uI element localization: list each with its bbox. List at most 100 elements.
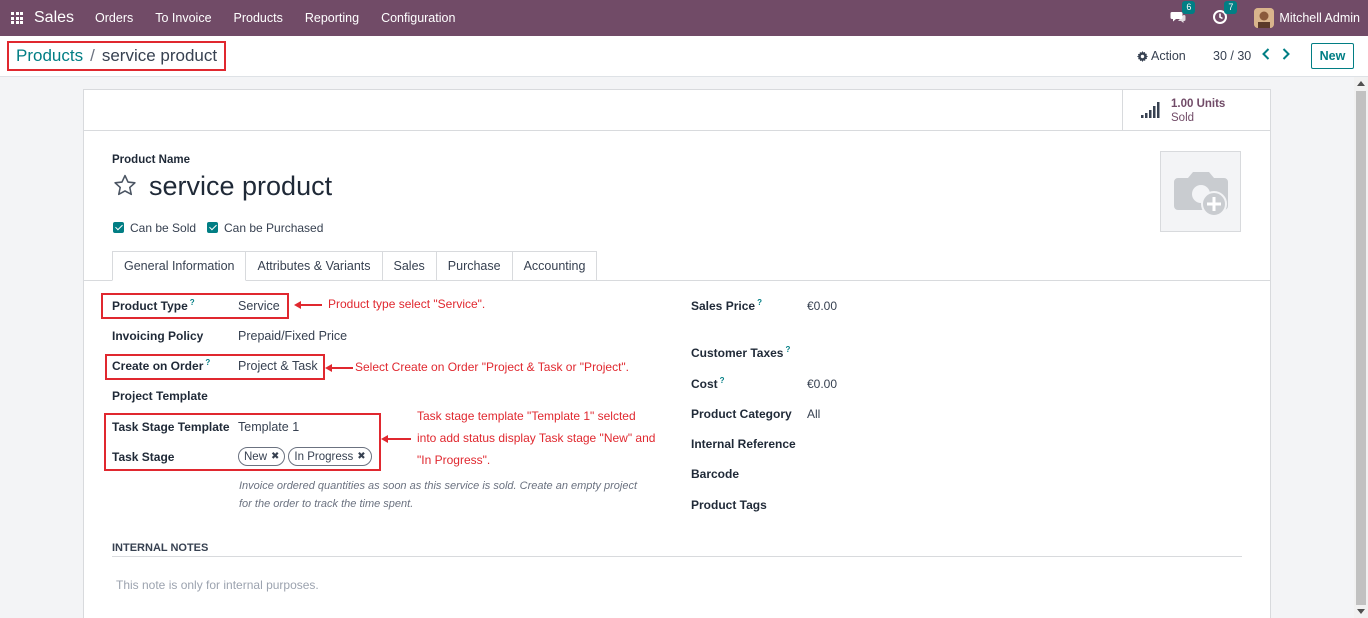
menu-orders[interactable]: Orders xyxy=(84,11,144,25)
tab-sales[interactable]: Sales xyxy=(381,251,437,281)
project-template-label: Project Template xyxy=(112,389,208,403)
can-be-purchased-checkbox[interactable] xyxy=(207,222,218,233)
camera-add-icon xyxy=(1173,171,1228,217)
units-sold-value: 1.00 Units xyxy=(1171,98,1226,110)
annotation-arrow xyxy=(294,301,322,308)
internal-notes-editor[interactable]: This note is only for internal purposes. xyxy=(116,578,319,592)
messages-icon[interactable]: 6 xyxy=(1170,1,1196,27)
notebook-tabs: General Information Attributes & Variant… xyxy=(112,251,598,281)
annotation-task-stage-line-2: into add status display Task stage "New"… xyxy=(417,431,656,445)
cost-input[interactable]: €0.00 xyxy=(807,377,837,391)
cost-label: Cost? xyxy=(691,376,725,391)
pager-previous-button[interactable] xyxy=(1259,46,1273,62)
internal-notes-heading: INTERNAL NOTES xyxy=(112,542,209,554)
scroll-down-arrow-icon[interactable] xyxy=(1357,609,1365,614)
task-stage-tag: In Progress ✖ xyxy=(288,447,372,466)
product-type-select[interactable]: Service xyxy=(238,299,280,313)
internal-reference-input[interactable] xyxy=(807,434,1247,454)
tab-attributes-variants[interactable]: Attributes & Variants xyxy=(245,251,383,281)
can-be-purchased-label[interactable]: Can be Purchased xyxy=(224,221,323,235)
control-panel: Products / service product Action 30 / 3… xyxy=(0,36,1368,77)
create-on-order-label: Create on Order? xyxy=(112,358,211,373)
invoicing-policy-label: Invoicing Policy xyxy=(112,329,204,343)
product-tags-input[interactable] xyxy=(807,495,1247,515)
barcode-input[interactable] xyxy=(807,464,1247,484)
task-stage-tags[interactable]: New ✖ In Progress ✖ xyxy=(238,447,375,466)
breadcrumb-products-link[interactable]: Products xyxy=(16,46,83,66)
create-on-order-select[interactable]: Project & Task xyxy=(238,359,318,373)
can-be-sold-checkbox[interactable] xyxy=(113,222,124,233)
annotation-arrow xyxy=(325,364,353,371)
chevron-right-icon xyxy=(1282,48,1290,60)
service-help-text-line-1: Invoice ordered quantities as soon as th… xyxy=(239,480,638,492)
activities-badge: 7 xyxy=(1224,1,1238,14)
signal-bars-icon xyxy=(1141,102,1160,118)
breadcrumb-separator: / xyxy=(90,46,95,65)
customer-taxes-input[interactable] xyxy=(807,342,1247,362)
product-image-upload[interactable] xyxy=(1160,151,1241,232)
breadcrumb: Products / service product xyxy=(7,41,227,71)
pager-value[interactable]: 30 / 30 xyxy=(1213,49,1251,63)
annotation-task-stage-line-3: "In Progress". xyxy=(417,453,491,467)
menu-products[interactable]: Products xyxy=(223,11,294,25)
task-stage-template-select[interactable]: Template 1 xyxy=(238,420,299,434)
can-be-sold-label[interactable]: Can be Sold xyxy=(130,221,196,235)
internal-reference-label: Internal Reference xyxy=(691,437,796,451)
scroll-up-arrow-icon[interactable] xyxy=(1357,81,1365,86)
product-tags-label: Product Tags xyxy=(691,498,767,512)
form-sheet: 1.00 Units Sold Product Name service pro… xyxy=(83,89,1271,618)
user-name[interactable]: Mitchell Admin xyxy=(1279,11,1360,25)
gear-icon xyxy=(1137,50,1148,62)
task-stage-tag-label: New xyxy=(244,450,268,463)
sales-price-input[interactable]: €0.00 xyxy=(807,299,837,313)
create-on-order-label-text: Create on Order xyxy=(112,359,204,373)
sales-price-label-text: Sales Price xyxy=(691,299,756,313)
tab-purchase[interactable]: Purchase xyxy=(435,251,513,281)
task-stage-label: Task Stage xyxy=(112,450,175,464)
remove-tag-icon[interactable]: ✖ xyxy=(357,451,365,462)
chevron-left-icon xyxy=(1262,48,1270,60)
annotation-task-stage-line-1: Task stage template "Template 1" selcted xyxy=(417,409,636,423)
action-button[interactable]: Action xyxy=(1137,49,1186,63)
task-stage-template-label: Task Stage Template xyxy=(112,420,230,434)
scrollbar-thumb[interactable] xyxy=(1356,91,1366,605)
customer-taxes-label: Customer Taxes? xyxy=(691,345,791,360)
task-stage-tag-label: In Progress xyxy=(294,450,354,463)
units-sold-stat-button[interactable]: 1.00 Units Sold xyxy=(1122,90,1270,130)
pager-next-button[interactable] xyxy=(1279,46,1293,62)
menu-reporting[interactable]: Reporting xyxy=(294,11,370,25)
apps-grid-icon[interactable] xyxy=(11,12,23,24)
product-category-label: Product Category xyxy=(691,407,792,421)
activities-clock-icon[interactable]: 7 xyxy=(1212,1,1238,27)
action-label: Action xyxy=(1151,49,1186,63)
tab-general-information[interactable]: General Information xyxy=(112,251,247,281)
page-scrollbar[interactable] xyxy=(1354,77,1368,618)
product-type-label: Product Type? xyxy=(112,298,195,313)
service-help-text-line-2: for the order to track the time spent. xyxy=(239,498,414,510)
cost-label-text: Cost xyxy=(691,377,718,391)
menu-to-invoice[interactable]: To Invoice xyxy=(144,11,222,25)
favorite-star-icon[interactable] xyxy=(112,173,138,198)
sales-price-label: Sales Price? xyxy=(691,298,762,313)
tab-accounting[interactable]: Accounting xyxy=(511,251,598,281)
annotation-arrow xyxy=(381,435,411,442)
internal-notes-divider xyxy=(112,556,1242,557)
product-name-label: Product Name xyxy=(112,154,190,166)
user-avatar[interactable] xyxy=(1254,8,1275,28)
remove-tag-icon[interactable]: ✖ xyxy=(271,451,279,462)
app-name[interactable]: Sales xyxy=(34,9,74,27)
menu-configuration[interactable]: Configuration xyxy=(370,11,466,25)
units-sold-label: Sold xyxy=(1171,112,1195,124)
customer-taxes-label-text: Customer Taxes xyxy=(691,346,784,360)
product-name-input[interactable]: service product xyxy=(149,171,332,202)
breadcrumb-current: service product xyxy=(101,46,218,65)
product-type-label-text: Product Type xyxy=(112,299,188,313)
invoicing-policy-select[interactable]: Prepaid/Fixed Price xyxy=(238,329,347,343)
barcode-label: Barcode xyxy=(691,467,740,481)
annotation-create-on-order: Select Create on Order "Project & Task o… xyxy=(355,360,630,374)
task-stage-tag: New ✖ xyxy=(238,447,286,466)
annotation-product-type: Product type select "Service". xyxy=(328,297,486,311)
product-category-select[interactable]: All xyxy=(807,407,820,421)
top-navbar: Sales Orders To Invoice Products Reporti… xyxy=(0,0,1368,36)
new-button[interactable]: New xyxy=(1311,43,1354,69)
